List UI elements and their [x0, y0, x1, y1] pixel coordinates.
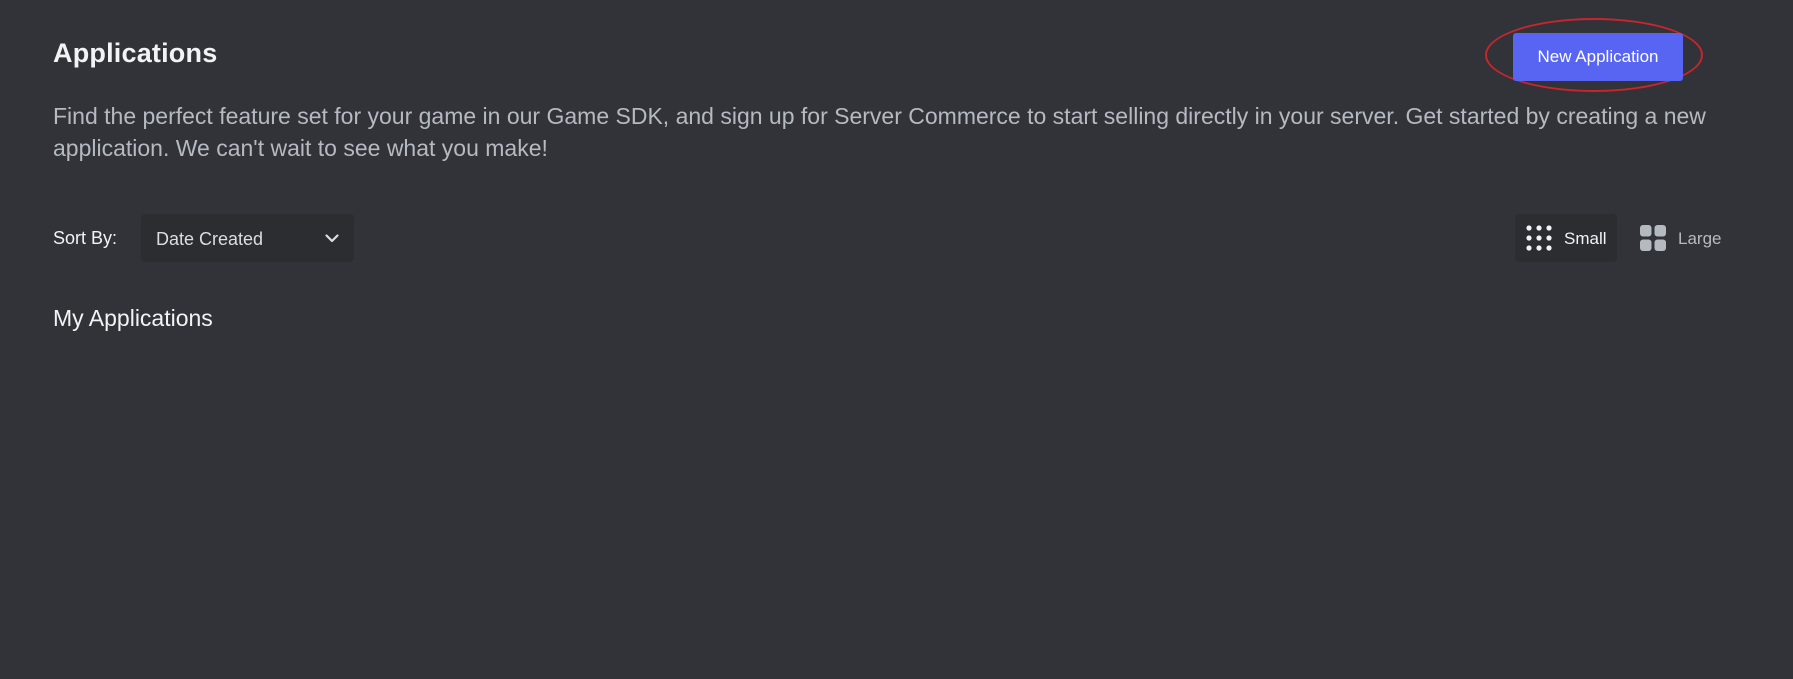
page-description: Find the perfect feature set for your ga… — [53, 103, 1706, 161]
new-application-button-area: New Application — [1485, 18, 1703, 92]
sort-by-selected-value: Date Created — [156, 229, 264, 249]
view-large-label: Large — [1678, 229, 1722, 248]
applications-page: Applications New Application Find the pe… — [53, 0, 1743, 679]
view-small-option[interactable]: Small — [1515, 214, 1617, 262]
list-controls: Sort By: Date Created Small Large — [53, 214, 1743, 264]
page-header: Applications New Application — [53, 18, 1743, 92]
page-title: Applications — [53, 38, 218, 68]
view-small-label: Small — [1564, 229, 1607, 248]
small-grid-icon — [1526, 225, 1552, 251]
new-application-button[interactable]: New Application — [1513, 33, 1683, 81]
view-large-option[interactable]: Large — [1629, 214, 1743, 262]
view-size-toggle: Small Large — [1515, 214, 1743, 264]
sort-by-dropdown[interactable]: Date Created — [141, 214, 354, 262]
large-grid-icon — [1640, 225, 1666, 251]
sort-by-label: Sort By: — [53, 228, 118, 248]
my-applications-heading: My Applications — [53, 305, 213, 331]
chevron-down-icon — [325, 234, 339, 243]
